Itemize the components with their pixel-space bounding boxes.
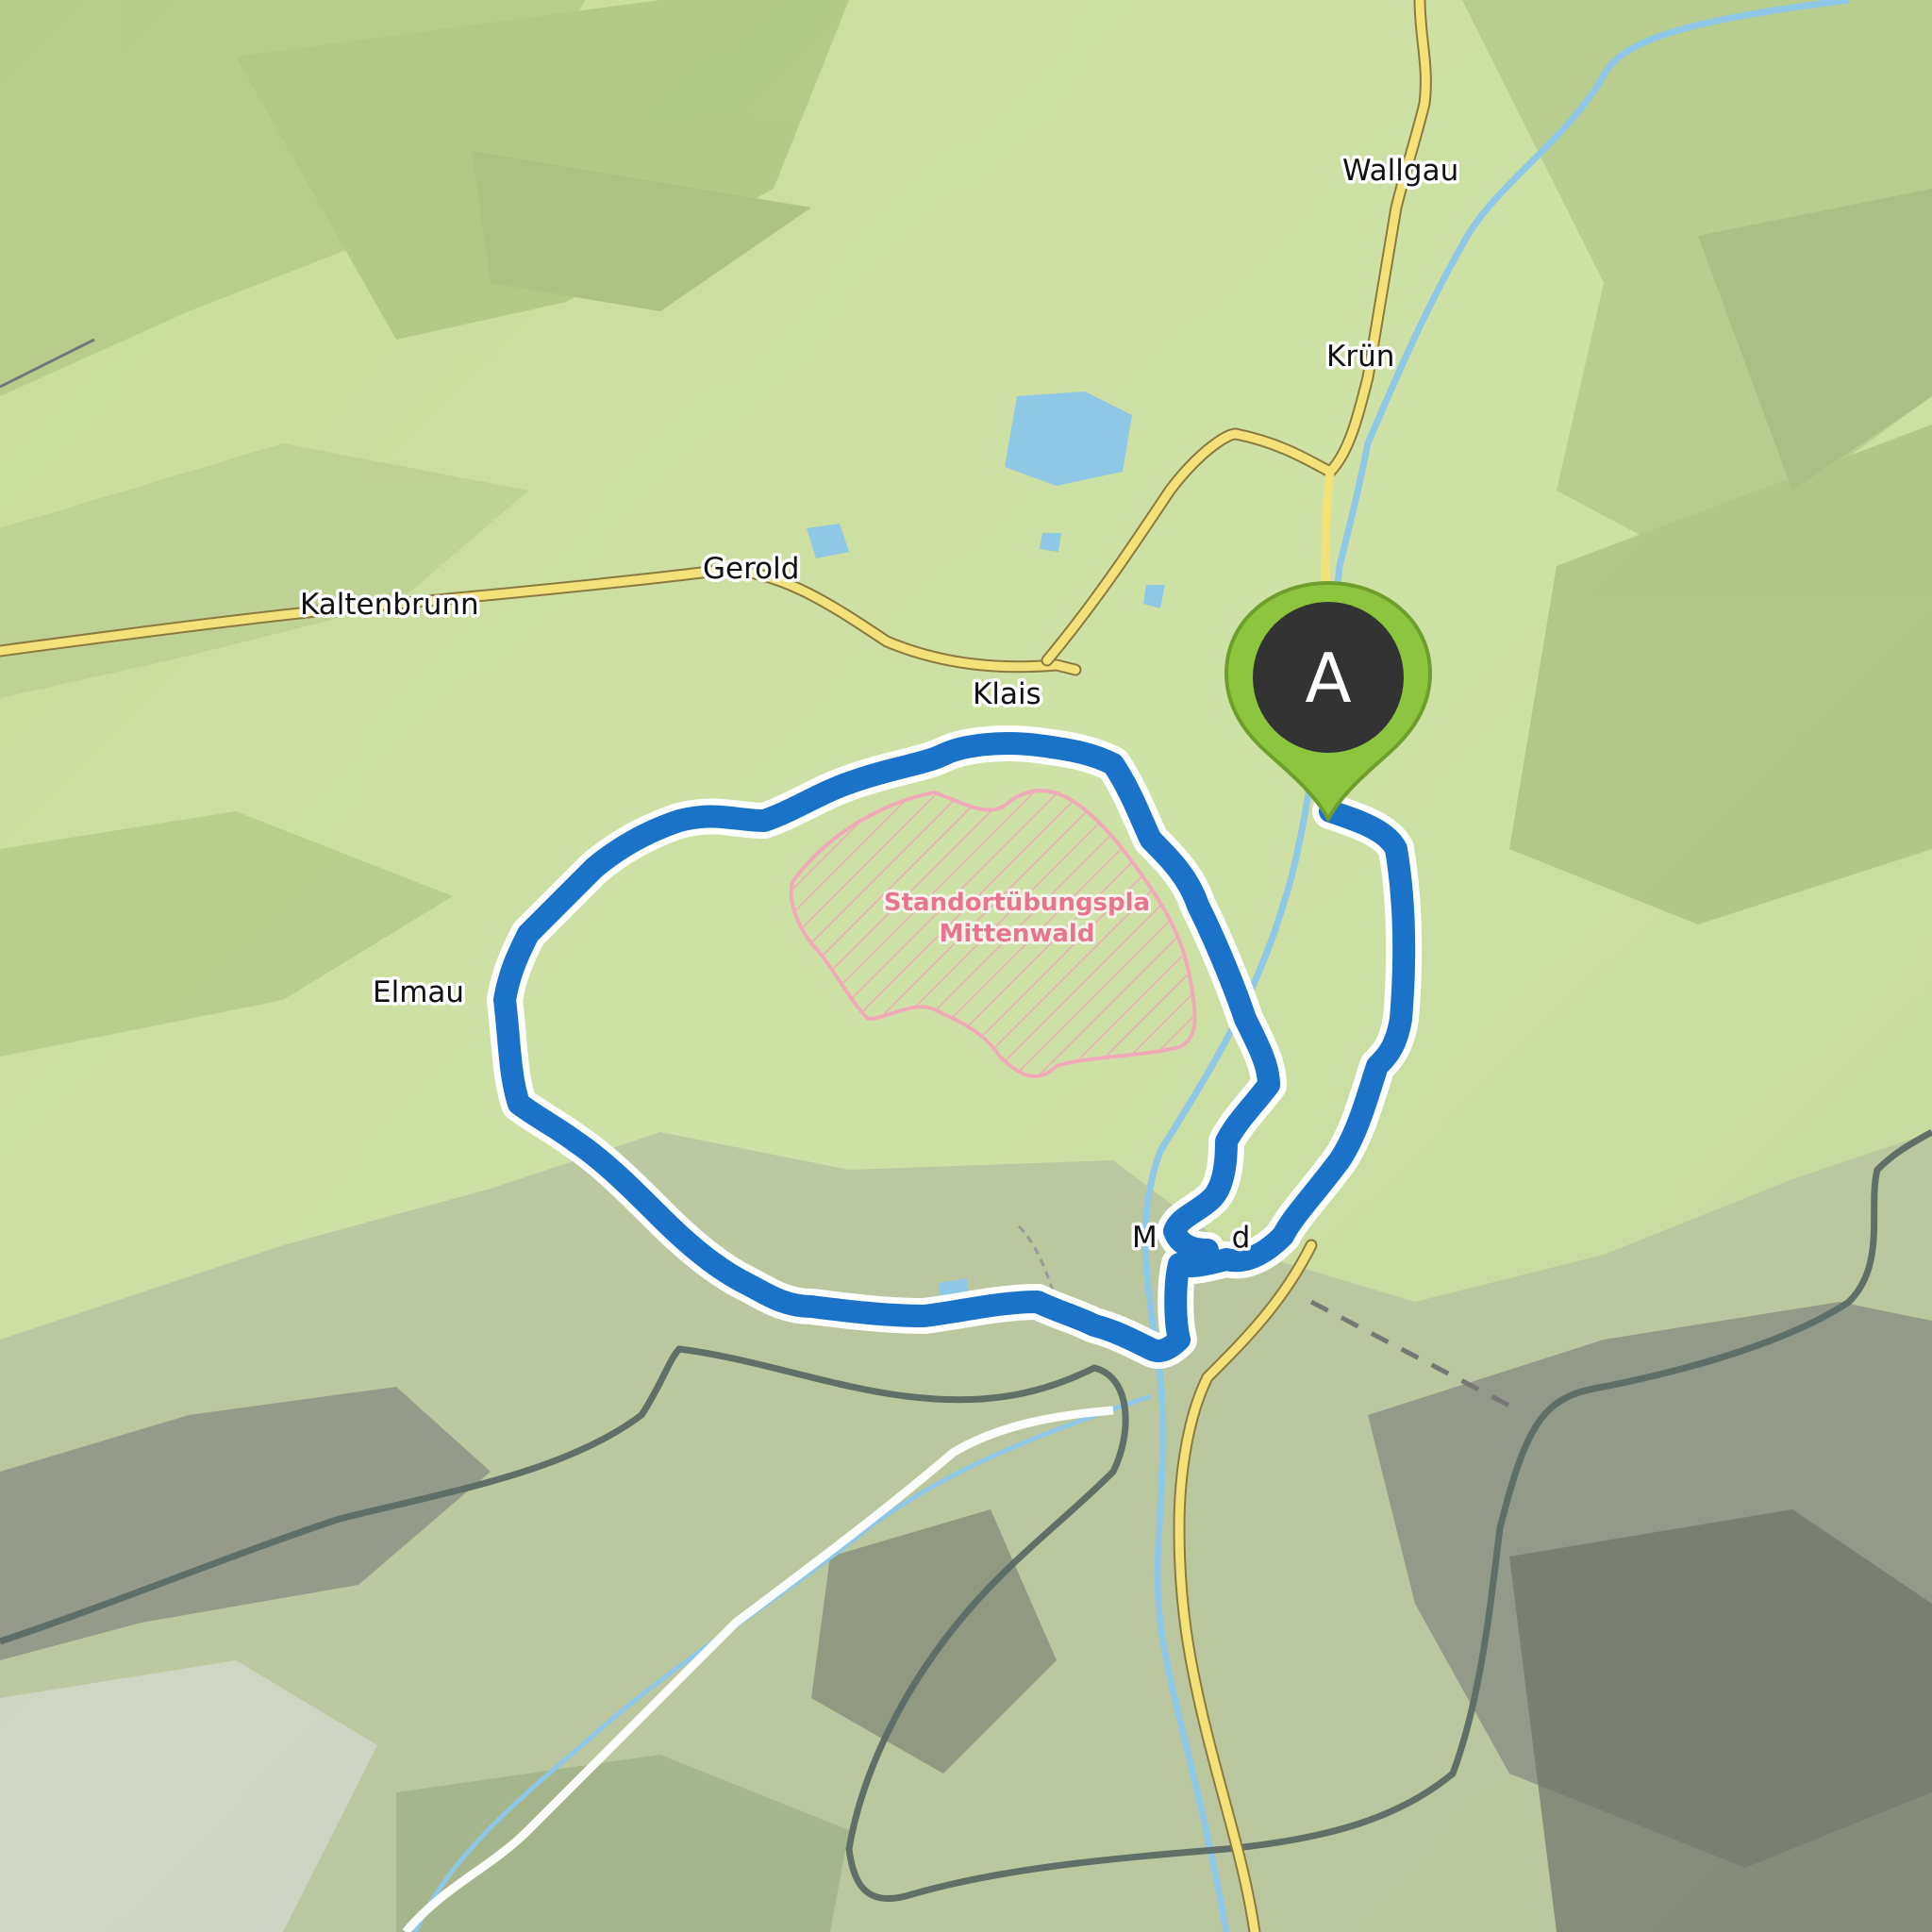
place-label-kaltenbrunn: Kaltenbrunn (300, 588, 479, 622)
place-label-gerold: Gerold (703, 552, 799, 586)
restricted-area-label-line1: Standortübungspla (884, 889, 1150, 917)
place-label-kruen: Krün (1326, 340, 1394, 374)
marker-letter: A (1305, 639, 1351, 718)
rocky-terrain (0, 1132, 1932, 1932)
place-label-elmau: Elmau (373, 975, 464, 1009)
hiking-map[interactable]: Standortübungspla Mittenwald Wallgau Krü… (0, 0, 1932, 1932)
restricted-area-label-line2: Mittenwald (940, 920, 1095, 948)
place-label-wallgau: Wallgau (1342, 154, 1458, 188)
place-label-mittenwald: M d (1132, 1221, 1250, 1255)
place-label-klais: Klais (973, 677, 1041, 711)
